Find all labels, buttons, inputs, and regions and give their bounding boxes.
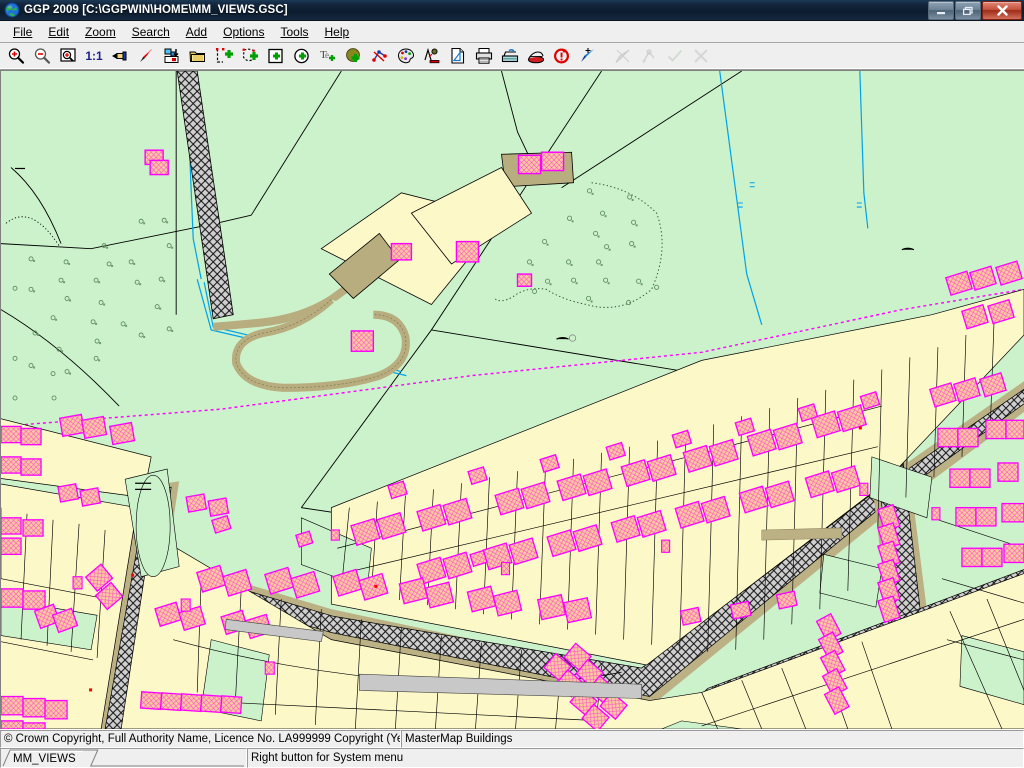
- status-copyright: © Crown Copyright, Full Authority Name, …: [0, 730, 401, 748]
- menu-add-label: Add: [185, 24, 208, 39]
- tab-mm-views[interactable]: MM_VIEWS: [3, 750, 84, 767]
- status-hint: Right button for System menu: [247, 748, 1024, 768]
- globe-icon: [4, 2, 20, 18]
- add-point-icon[interactable]: [342, 44, 366, 68]
- menu-bar: File Edit Zoom Search Add Options Tools …: [0, 21, 1024, 43]
- menu-zoom-label: Zoom: [85, 24, 116, 39]
- pan-hand-icon[interactable]: [108, 44, 132, 68]
- annotate-icon[interactable]: [420, 44, 444, 68]
- menu-tools[interactable]: Tools: [272, 23, 316, 41]
- menu-edit-label: Edit: [48, 24, 70, 39]
- add-rectangle-icon[interactable]: [264, 44, 288, 68]
- bottom-bar: MM_VIEWS Right button for System menu: [0, 748, 1024, 768]
- toolbar-separator: [602, 44, 609, 68]
- map-canvas[interactable]: [0, 70, 1024, 729]
- palette-icon[interactable]: [394, 44, 418, 68]
- menu-help[interactable]: Help: [316, 23, 357, 41]
- menu-help-label: Help: [324, 24, 350, 39]
- layers-folder-icon[interactable]: [186, 44, 210, 68]
- close-button[interactable]: [982, 1, 1022, 20]
- menu-file-label: File: [13, 24, 33, 39]
- add-line-icon[interactable]: [212, 44, 236, 68]
- plotter-icon[interactable]: [524, 44, 548, 68]
- add-text-icon[interactable]: T e: [316, 44, 340, 68]
- snap-icon[interactable]: [611, 44, 635, 68]
- pointer-arrow-icon[interactable]: [134, 44, 158, 68]
- application-window: GGP 2009 [C:\GGPWIN\HOME\MM_VIEWS.GSC] F…: [0, 0, 1024, 768]
- page-setup-icon[interactable]: [446, 44, 470, 68]
- menu-options[interactable]: Options: [215, 23, 272, 41]
- status-layer: MasterMap Buildings: [401, 730, 1024, 748]
- redraw-icon[interactable]: [550, 44, 574, 68]
- mastermap-drawing[interactable]: [1, 71, 1024, 729]
- node-snap-icon[interactable]: [637, 44, 661, 68]
- menu-file[interactable]: File: [5, 23, 40, 41]
- toolbar: 1:1 T e: [0, 43, 1024, 70]
- zoom-one-to-one-label: 1:1: [85, 49, 103, 63]
- plot-preview-icon[interactable]: [498, 44, 522, 68]
- tab-mm-views-label: MM_VIEWS: [13, 753, 76, 765]
- add-polygon-icon[interactable]: [238, 44, 262, 68]
- menu-search[interactable]: Search: [124, 23, 178, 41]
- status-bar: © Crown Copyright, Full Authority Name, …: [0, 729, 1024, 748]
- zoom-in-icon[interactable]: [4, 44, 28, 68]
- measure-icon[interactable]: [576, 44, 600, 68]
- title-bar: GGP 2009 [C:\GGPWIN\HOME\MM_VIEWS.GSC]: [0, 0, 1024, 21]
- minimize-button[interactable]: [928, 1, 954, 20]
- zoom-one-to-one-icon[interactable]: 1:1: [82, 44, 106, 68]
- view-tab-strip[interactable]: MM_VIEWS: [0, 748, 247, 768]
- menu-zoom[interactable]: Zoom: [77, 23, 124, 41]
- menu-tools-label: Tools: [280, 24, 309, 39]
- add-circle-icon[interactable]: [290, 44, 314, 68]
- edit-node-icon[interactable]: [368, 44, 392, 68]
- window-controls: [928, 1, 1022, 20]
- menu-edit[interactable]: Edit: [40, 23, 77, 41]
- menu-add[interactable]: Add: [178, 23, 215, 41]
- import-data-icon[interactable]: [160, 44, 184, 68]
- svg-text:e: e: [325, 50, 329, 60]
- print-icon[interactable]: [472, 44, 496, 68]
- zoom-window-icon[interactable]: [56, 44, 80, 68]
- zoom-out-icon[interactable]: [30, 44, 54, 68]
- accept-check-icon[interactable]: [663, 44, 687, 68]
- window-title: GGP 2009 [C:\GGPWIN\HOME\MM_VIEWS.GSC]: [24, 4, 288, 16]
- restore-button[interactable]: [955, 1, 981, 20]
- cancel-cross-icon[interactable]: [689, 44, 713, 68]
- menu-search-label: Search: [131, 24, 170, 39]
- menu-options-label: Options: [223, 24, 265, 39]
